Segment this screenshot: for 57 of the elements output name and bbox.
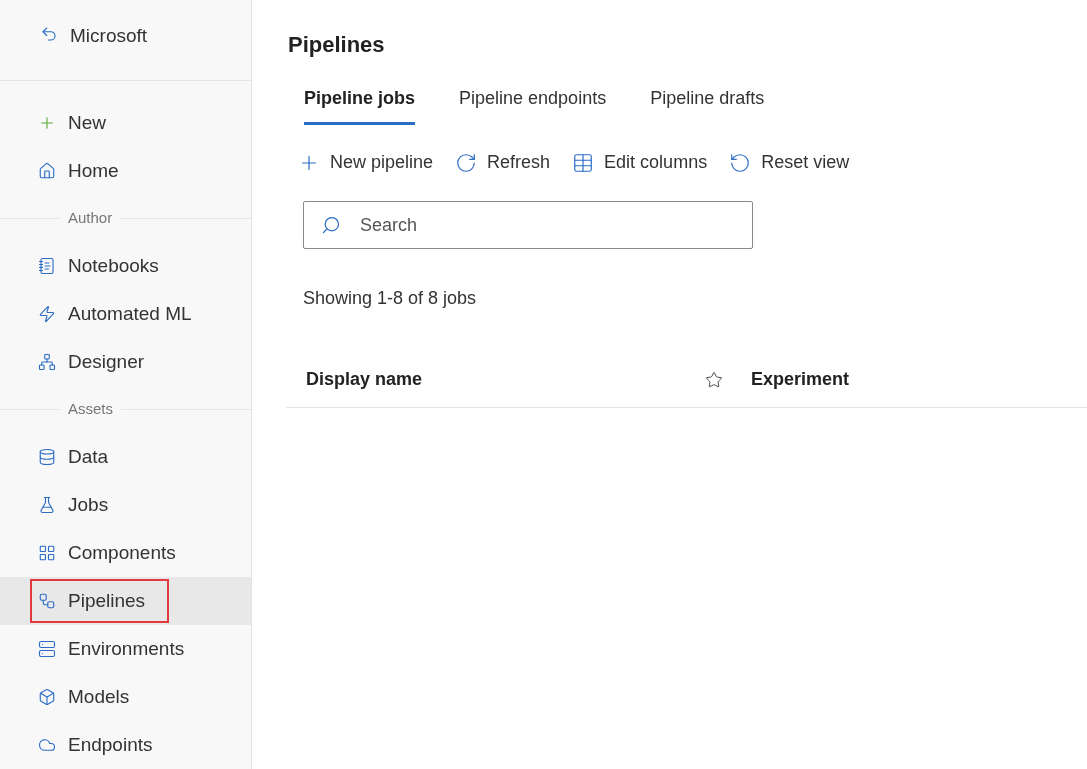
sidebar-label: Data [68,444,109,469]
sidebar-item[interactable]: Home [0,147,251,195]
sidebar-label: New [68,110,106,135]
sidebar-label: Models [68,684,130,709]
back-link[interactable]: Microsoft [70,22,148,51]
sidebar-item[interactable]: Notebooks [0,242,251,290]
tab[interactable]: Pipeline drafts [650,85,765,125]
lightning-icon [38,305,56,323]
search-field[interactable]: Search [303,201,753,249]
sidebar-label: Endpoints [68,732,153,757]
refresh-icon [455,151,478,174]
star-icon[interactable] [705,370,723,389]
toolbar-button[interactable]: New pipeline [298,149,434,176]
section-label: Author [67,208,114,229]
data-icon [38,448,56,466]
back-icon[interactable] [40,25,58,43]
sidebar-label: Designer [68,349,145,374]
sidebar-label: Jobs [68,492,109,517]
sidebar-item[interactable]: Designer [0,338,251,386]
sidebar-label: Components [68,540,176,565]
home-icon [38,162,56,180]
sidebar-label: Automated ML [68,301,192,326]
sidebar-item[interactable]: New [0,99,251,147]
tab[interactable]: Pipeline jobs [304,85,416,125]
sidebar-item[interactable]: Pipelines [0,577,251,625]
tab[interactable]: Pipeline endpoints [459,85,607,125]
result-count: Showing 1-8 of 8 jobs [303,287,478,310]
toolbar-button[interactable]: Refresh [455,149,551,176]
sidebar-item[interactable]: Models [0,673,251,721]
sidebar-label: Environments [68,636,185,661]
column-header[interactable]: Display name [306,366,679,393]
page-title: Pipelines [288,31,386,59]
plus-icon [38,114,56,132]
section-label: Assets [67,399,114,420]
sidebar-label: Notebooks [68,253,159,278]
sidebar-item[interactable]: Data [0,433,251,481]
sidebar-item[interactable]: Automated ML [0,290,251,338]
sidebar-item[interactable]: Endpoints [0,721,251,769]
sidebar-item[interactable]: Components [0,529,251,577]
sidebar-label: Pipelines [68,588,146,613]
sidebar-item[interactable]: Environments [0,625,251,673]
undo-icon [729,151,752,174]
hierarchy-icon [38,353,56,371]
cloud-icon [38,736,56,754]
table-icon [572,151,595,174]
flow-icon [38,592,56,610]
notebook-icon [38,257,56,275]
flask-icon [38,496,56,514]
toolbar-button[interactable]: Edit columns [572,149,708,176]
cube-icon [38,688,56,706]
server-icon [38,640,56,658]
toolbar-button[interactable]: Reset view [729,149,850,176]
sidebar-item[interactable]: Jobs [0,481,251,529]
grid-icon [38,544,56,562]
column-header[interactable]: Experiment [751,366,850,393]
search-icon [321,215,341,235]
sidebar-label: Home [68,158,119,183]
